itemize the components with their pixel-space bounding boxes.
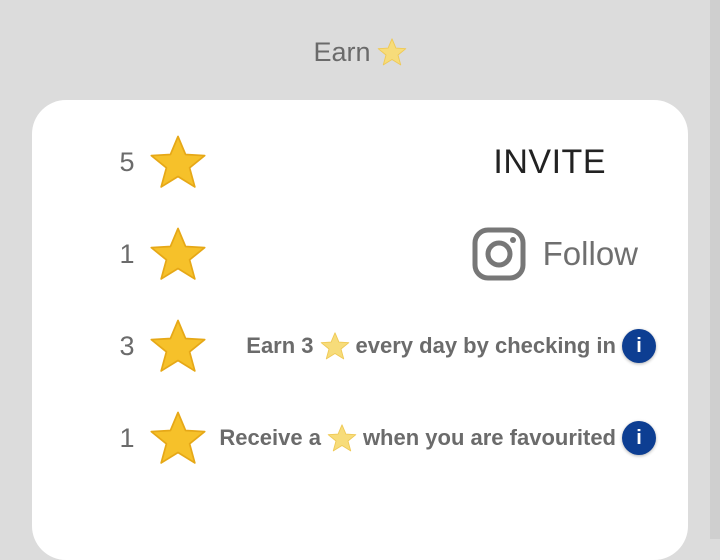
star-icon [327, 424, 357, 452]
instagram-icon [472, 227, 526, 281]
reward-count: 3 [119, 330, 135, 361]
favourited-text-after: when you are favourited [362, 425, 616, 450]
star-icon [150, 227, 206, 280]
star-icon [150, 411, 206, 464]
favourited-text-before: Receive a [219, 425, 321, 450]
rewards-card: 5 INVITE 1 Follow 3 Earn 3 every day by … [32, 100, 688, 560]
info-icon[interactable]: i [622, 421, 656, 455]
reward-row-checkin: 3 Earn 3 every day by checking in i [32, 311, 688, 381]
checkin-text-after: every day by checking in [355, 333, 616, 358]
reward-count: 5 [119, 146, 135, 177]
favourited-description: Receive a when you are favourited i [219, 421, 656, 455]
checkin-description: Earn 3 every day by checking in i [246, 329, 656, 363]
reward-row-favourited: 1 Receive a when you are favourited i [32, 403, 688, 473]
star-icon [150, 319, 206, 372]
follow-button[interactable]: Follow [471, 226, 638, 282]
checkin-text-before: Earn 3 [246, 333, 314, 358]
scrollbar-edge [710, 0, 720, 539]
reward-count: 1 [119, 422, 135, 453]
follow-label: Follow [542, 235, 638, 272]
star-icon [320, 332, 349, 360]
star-icon [377, 38, 406, 66]
earn-header-label: Earn [313, 36, 371, 67]
info-icon[interactable]: i [622, 329, 656, 363]
reward-row-follow: 1 Follow [32, 219, 688, 289]
reward-row-invite: 5 INVITE [32, 127, 688, 197]
star-icon [150, 135, 206, 188]
earn-header: Earn [0, 30, 720, 74]
invite-button[interactable]: INVITE [493, 143, 606, 182]
reward-count: 1 [119, 238, 135, 269]
